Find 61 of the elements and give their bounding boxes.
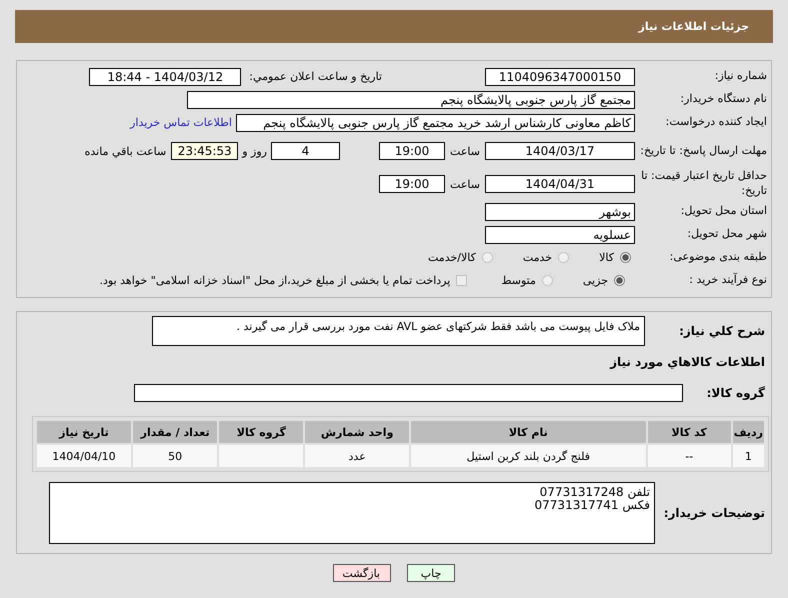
option-label: کالا/خدمت	[428, 251, 476, 264]
table-cell: عدد	[305, 445, 409, 467]
column-header: تاریخ نیاز	[37, 421, 131, 443]
checkbox-label: پرداخت تمام یا بخشی از مبلغ خرید،از محل "اسناد خزانه اسلامی" خواهد بود.	[100, 274, 450, 287]
table-cell: فلنج گردن بلند کربن استیل	[410, 445, 646, 467]
checkbox[interactable]	[456, 275, 468, 286]
input-field: مجتمع گاز پارس جنوبی پالایشگاه پنجم	[187, 90, 635, 108]
input-field: 4	[271, 142, 340, 160]
input-field: بوشهر	[485, 202, 635, 220]
section-title: اطلاعات کالاهاي مورد نیاز	[610, 354, 766, 368]
input-field: عسلویه	[485, 226, 635, 244]
field-label: مهلت ارسال پاسخ: تا تاریخ:	[639, 144, 767, 158]
option-label: کالا	[599, 251, 614, 264]
column-header: واحد شمارش	[305, 421, 409, 443]
option-label: خدمت	[522, 251, 552, 264]
radio-button[interactable]	[542, 275, 553, 286]
contact-link[interactable]: اطلاعات تماس خریدار	[130, 116, 232, 129]
print-button[interactable]: چاپ	[407, 564, 455, 582]
input-field: 1404/04/31	[485, 175, 635, 193]
radio-button[interactable]	[620, 252, 631, 263]
input-field: 19:00	[379, 175, 445, 193]
input-field: 1404/03/17	[485, 142, 635, 160]
radio-button[interactable]	[558, 252, 570, 263]
page-title: جزئیات اطلاعات نیاز	[638, 20, 749, 33]
option-label: جزیی	[582, 274, 608, 287]
text-area: تلفن 07731317248 فکس 07731317741	[49, 482, 655, 544]
field-label: ساعت	[449, 178, 481, 190]
field-label: ساعت باقي مانده	[84, 144, 166, 158]
column-header: کد کالا	[648, 421, 731, 443]
radio-button[interactable]	[482, 252, 493, 263]
field-label: استان محل تحویل:	[680, 204, 767, 219]
table-cell: 1	[732, 445, 764, 467]
field-label: نام دستگاه خریدار:	[679, 92, 767, 107]
column-header: ردیف	[732, 421, 764, 443]
table-cell: --	[648, 445, 731, 467]
input-field: 19:00	[379, 142, 445, 160]
input-field: 1404/03/12 - 18:44	[89, 68, 242, 86]
field-label: توضیحات خریدار:	[662, 506, 766, 520]
column-header: تعداد / مقدار	[132, 421, 218, 443]
field-label: حداقل تاریخ اعتبار قیمت: تا تاریخ:	[640, 169, 767, 199]
field-label: شماره نیاز:	[714, 69, 767, 84]
field-label: روز و	[242, 144, 267, 158]
field-label: ساعت	[449, 144, 481, 158]
input-field: کاظم معاونی کارشناس ارشد خرید مجتمع گاز پارس جنوبی پالایشگاه پنجم	[236, 114, 635, 132]
option-label: متوسط	[501, 274, 536, 287]
field-label: شهر محل تحویل:	[686, 227, 767, 242]
field-label: گروه کالا:	[706, 386, 766, 400]
table-cell: 50	[132, 445, 218, 467]
field-label: شرح کلي نیاز:	[678, 324, 766, 338]
column-header: نام کالا	[410, 421, 646, 443]
field-label: تاریخ و ساعت اعلان عمومي:	[249, 70, 382, 83]
back-button[interactable]: بازگشت	[333, 564, 391, 582]
field-label: نوع فرآیند خرید :	[688, 273, 767, 288]
text-area: ملاک فایل پیوست می باشد فقط شرکتهای عضو AVL نفت مورد بررسی قرار می گیرند .	[152, 316, 645, 346]
table-cell: 1404/04/10	[37, 445, 131, 467]
field-label: طبقه بندی موضوعی:	[668, 250, 767, 265]
field-label: ایجاد کننده درخواست:	[664, 115, 767, 130]
radio-button[interactable]	[614, 275, 625, 286]
column-header: گروه کالا	[219, 421, 304, 443]
input-field: 1104096347000150	[485, 68, 635, 86]
countdown-field: 23:45:53	[171, 142, 238, 160]
